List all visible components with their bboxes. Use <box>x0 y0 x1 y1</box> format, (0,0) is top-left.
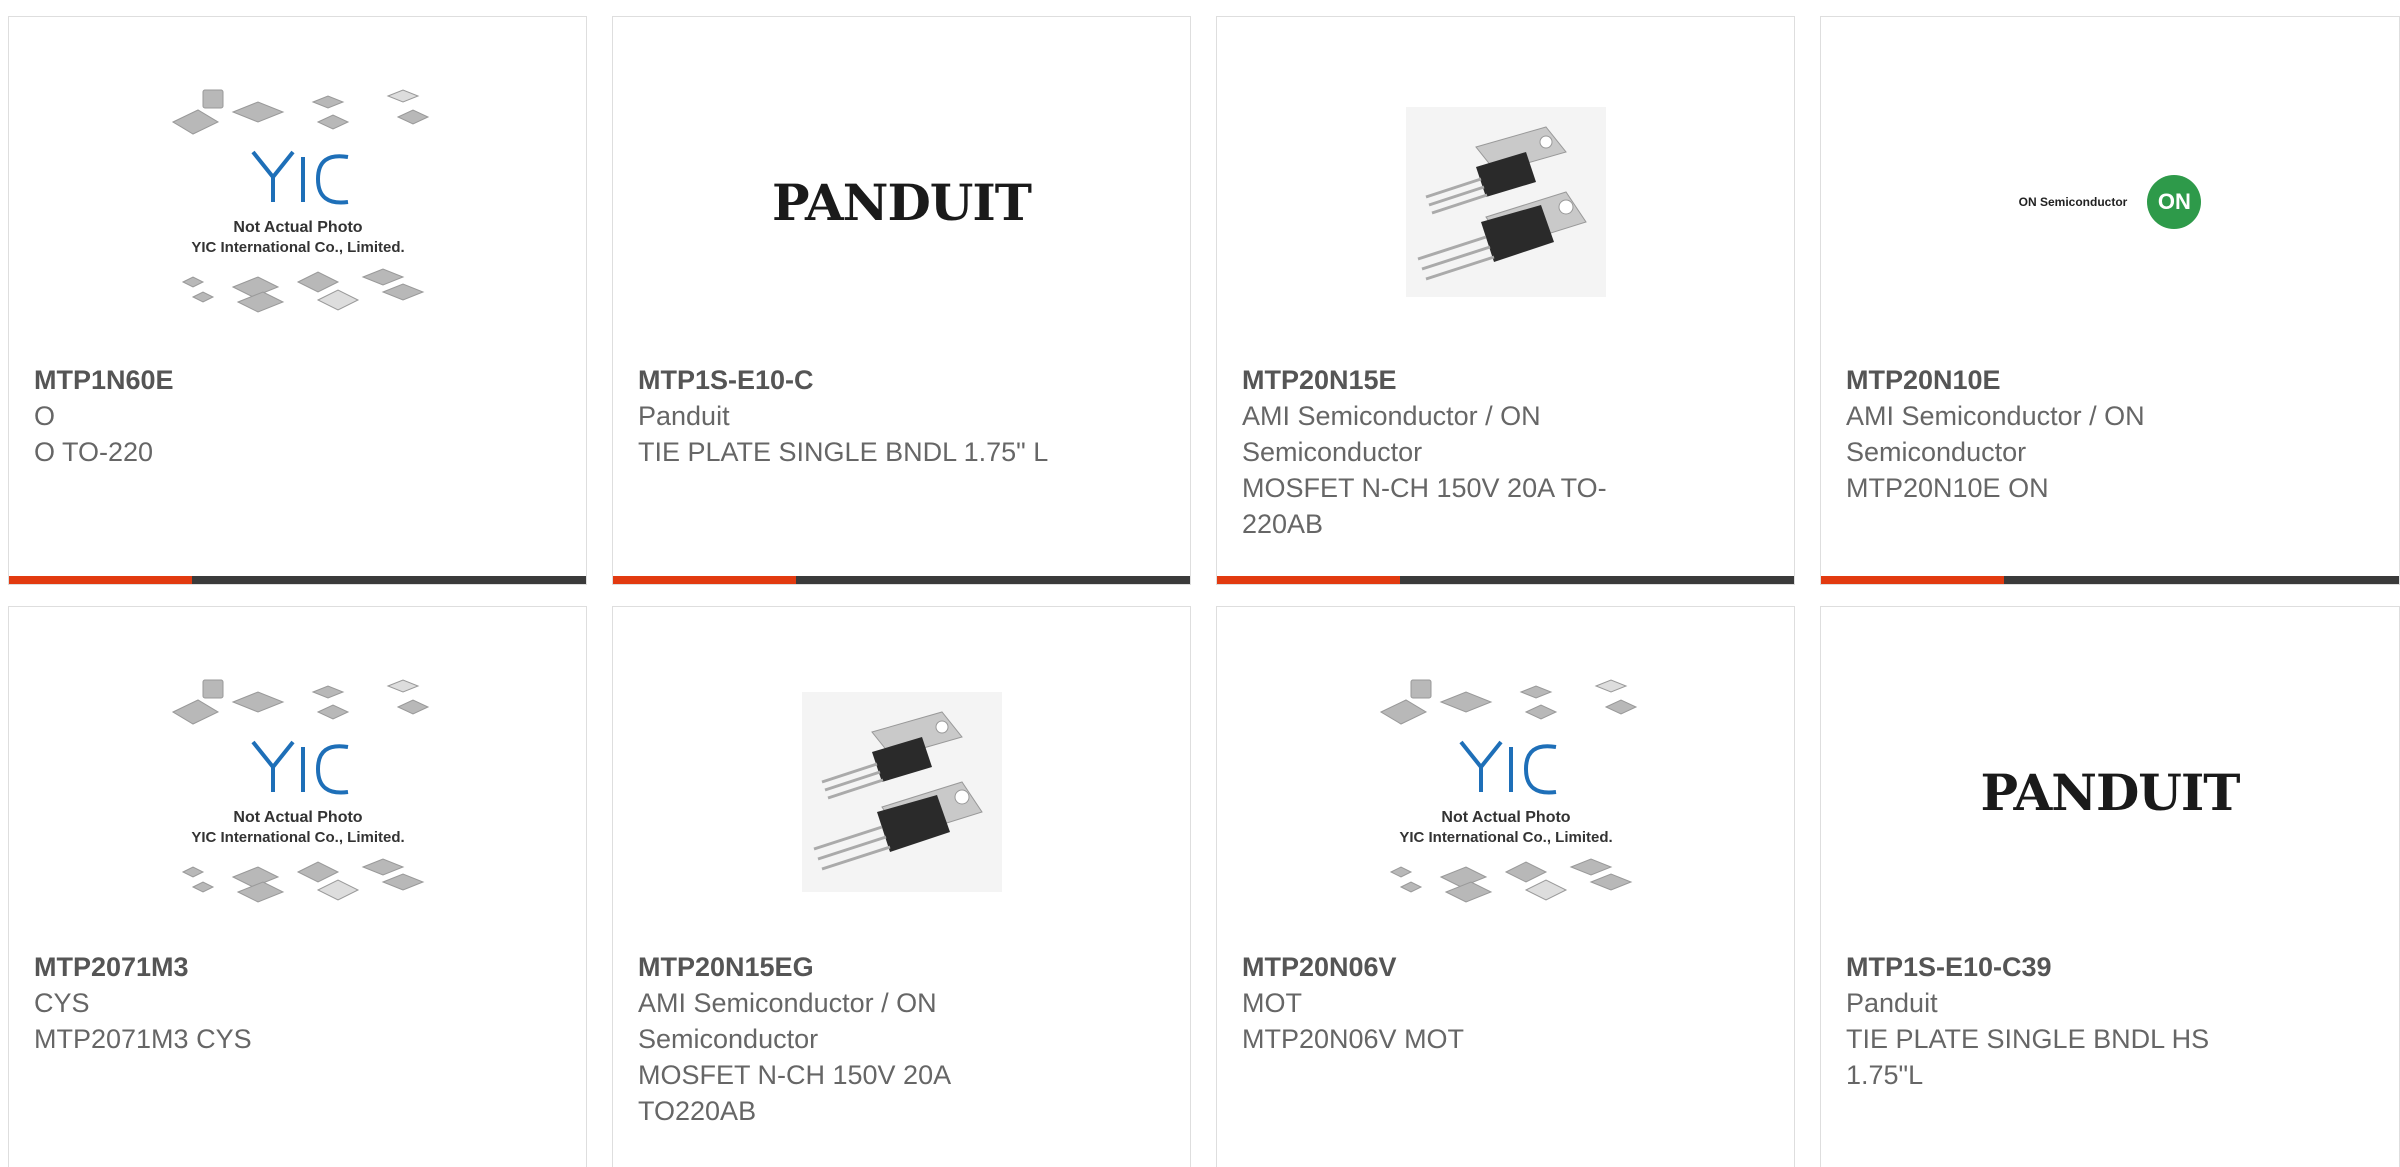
on-semiconductor-logo: ON Semiconductor ON <box>2019 175 2202 229</box>
part-number[interactable]: MTP1N60E <box>34 362 454 398</box>
manufacturer: Panduit <box>1846 988 1938 1018</box>
on-badge-icon: ON <box>2147 175 2202 229</box>
product-card[interactable]: ON Semiconductor ON MTP20N10E AMI Semico… <box>1820 16 2400 585</box>
card-bottom-bar <box>1217 576 1794 584</box>
part-number[interactable]: MTP20N10E <box>1846 362 2246 398</box>
manufacturer: O <box>34 401 56 431</box>
product-info: MTP1S-E10-C39 Panduit TIE PLATE SINGLE B… <box>1846 949 2246 1093</box>
part-number[interactable]: MTP1S-E10-C <box>638 362 1068 398</box>
card-bottom-bar <box>1821 576 2399 584</box>
part-number[interactable]: MTP2071M3 <box>34 949 454 985</box>
product-image <box>1217 77 1794 327</box>
product-image: ON Semiconductor ON <box>1821 77 2399 327</box>
image-caption: Not Actual Photo <box>233 219 362 236</box>
manufacturer: MOT <box>1242 988 1302 1018</box>
product-info: MTP20N15E AMI Semiconductor / ON Semicon… <box>1242 362 1642 542</box>
panduit-logo: PANDUIT <box>1980 762 2240 822</box>
manufacturer: AMI Semiconductor / ON Semiconductor <box>638 988 937 1054</box>
product-card[interactable]: PANDUIT MTP1S-E10-C39 Panduit TIE PLATE … <box>1820 606 2400 1167</box>
on-semi-wordmark: ON Semiconductor <box>2018 195 2128 209</box>
image-caption: YIC International Co., Limited. <box>191 829 404 846</box>
card-accent-bar <box>613 576 796 584</box>
product-card[interactable]: MTP20N15EG AMI Semiconductor / ON Semico… <box>612 606 1191 1167</box>
panduit-logo: PANDUIT <box>771 172 1032 232</box>
product-info: MTP20N15EG AMI Semiconductor / ON Semico… <box>638 949 1038 1129</box>
yic-placeholder-image: Not Actual Photo YIC International Co., … <box>171 679 429 903</box>
product-card[interactable]: Not Actual Photo YIC International Co., … <box>1216 606 1795 1167</box>
product-image: PANDUIT <box>613 77 1190 327</box>
product-image: PANDUIT <box>1821 667 2399 917</box>
product-info: MTP2071M3 CYS MTP2071M3 CYS <box>34 949 454 1057</box>
manufacturer: AMI Semiconductor / ON Semiconductor <box>1846 401 2145 467</box>
product-info: MTP20N10E AMI Semiconductor / ON Semicon… <box>1846 362 2246 506</box>
product-image: Not Actual Photo YIC International Co., … <box>9 667 586 917</box>
description: TIE PLATE SINGLE BNDL HS 1.75"L <box>1846 1024 2210 1090</box>
card-bottom-bar <box>9 576 586 584</box>
card-accent-bar <box>1821 576 2004 584</box>
description: MTP20N06V MOT <box>1242 1024 1465 1054</box>
transistor-image <box>801 692 1002 892</box>
card-accent-bar <box>9 576 192 584</box>
product-card[interactable]: PANDUIT MTP1S-E10-C Panduit TIE PLATE SI… <box>612 16 1191 585</box>
product-grid: Not Actual Photo YIC International Co., … <box>0 0 2400 1167</box>
description: MTP2071M3 CYS <box>34 1024 252 1054</box>
description: MOSFET N-CH 150V 20A TO-220AB <box>1242 473 1607 539</box>
image-caption: YIC International Co., Limited. <box>1399 829 1612 846</box>
card-bottom-bar <box>613 576 1190 584</box>
description: MOSFET N-CH 150V 20A TO220AB <box>638 1060 950 1126</box>
product-card[interactable]: Not Actual Photo YIC International Co., … <box>8 16 587 585</box>
image-caption: YIC International Co., Limited. <box>191 239 404 256</box>
yic-placeholder-image: Not Actual Photo YIC International Co., … <box>1379 679 1637 903</box>
product-card[interactable]: Not Actual Photo YIC International Co., … <box>8 606 587 1167</box>
product-card[interactable]: MTP20N15E AMI Semiconductor / ON Semicon… <box>1216 16 1795 585</box>
product-info: MTP1S-E10-C Panduit TIE PLATE SINGLE BND… <box>638 362 1068 470</box>
part-number[interactable]: MTP1S-E10-C39 <box>1846 949 2246 985</box>
product-image: Not Actual Photo YIC International Co., … <box>1217 667 1794 917</box>
manufacturer: CYS <box>34 988 90 1018</box>
manufacturer: Panduit <box>638 401 730 431</box>
transistor-image <box>1405 107 1606 297</box>
part-number[interactable]: MTP20N06V <box>1242 949 1662 985</box>
description: TIE PLATE SINGLE BNDL 1.75" L <box>638 437 1049 467</box>
description: MTP20N10E ON <box>1846 473 2049 503</box>
part-number[interactable]: MTP20N15E <box>1242 362 1642 398</box>
product-image <box>613 667 1190 917</box>
image-caption: Not Actual Photo <box>233 809 362 826</box>
card-accent-bar <box>1217 576 1400 584</box>
product-info: MTP20N06V MOT MTP20N06V MOT <box>1242 949 1662 1057</box>
manufacturer: AMI Semiconductor / ON Semiconductor <box>1242 401 1541 467</box>
product-info: MTP1N60E O O TO-220 <box>34 362 454 470</box>
part-number[interactable]: MTP20N15EG <box>638 949 1038 985</box>
yic-placeholder-image: Not Actual Photo YIC International Co., … <box>171 89 429 313</box>
product-image: Not Actual Photo YIC International Co., … <box>9 77 586 327</box>
description: O TO-220 <box>34 437 154 467</box>
image-caption: Not Actual Photo <box>1441 809 1570 826</box>
